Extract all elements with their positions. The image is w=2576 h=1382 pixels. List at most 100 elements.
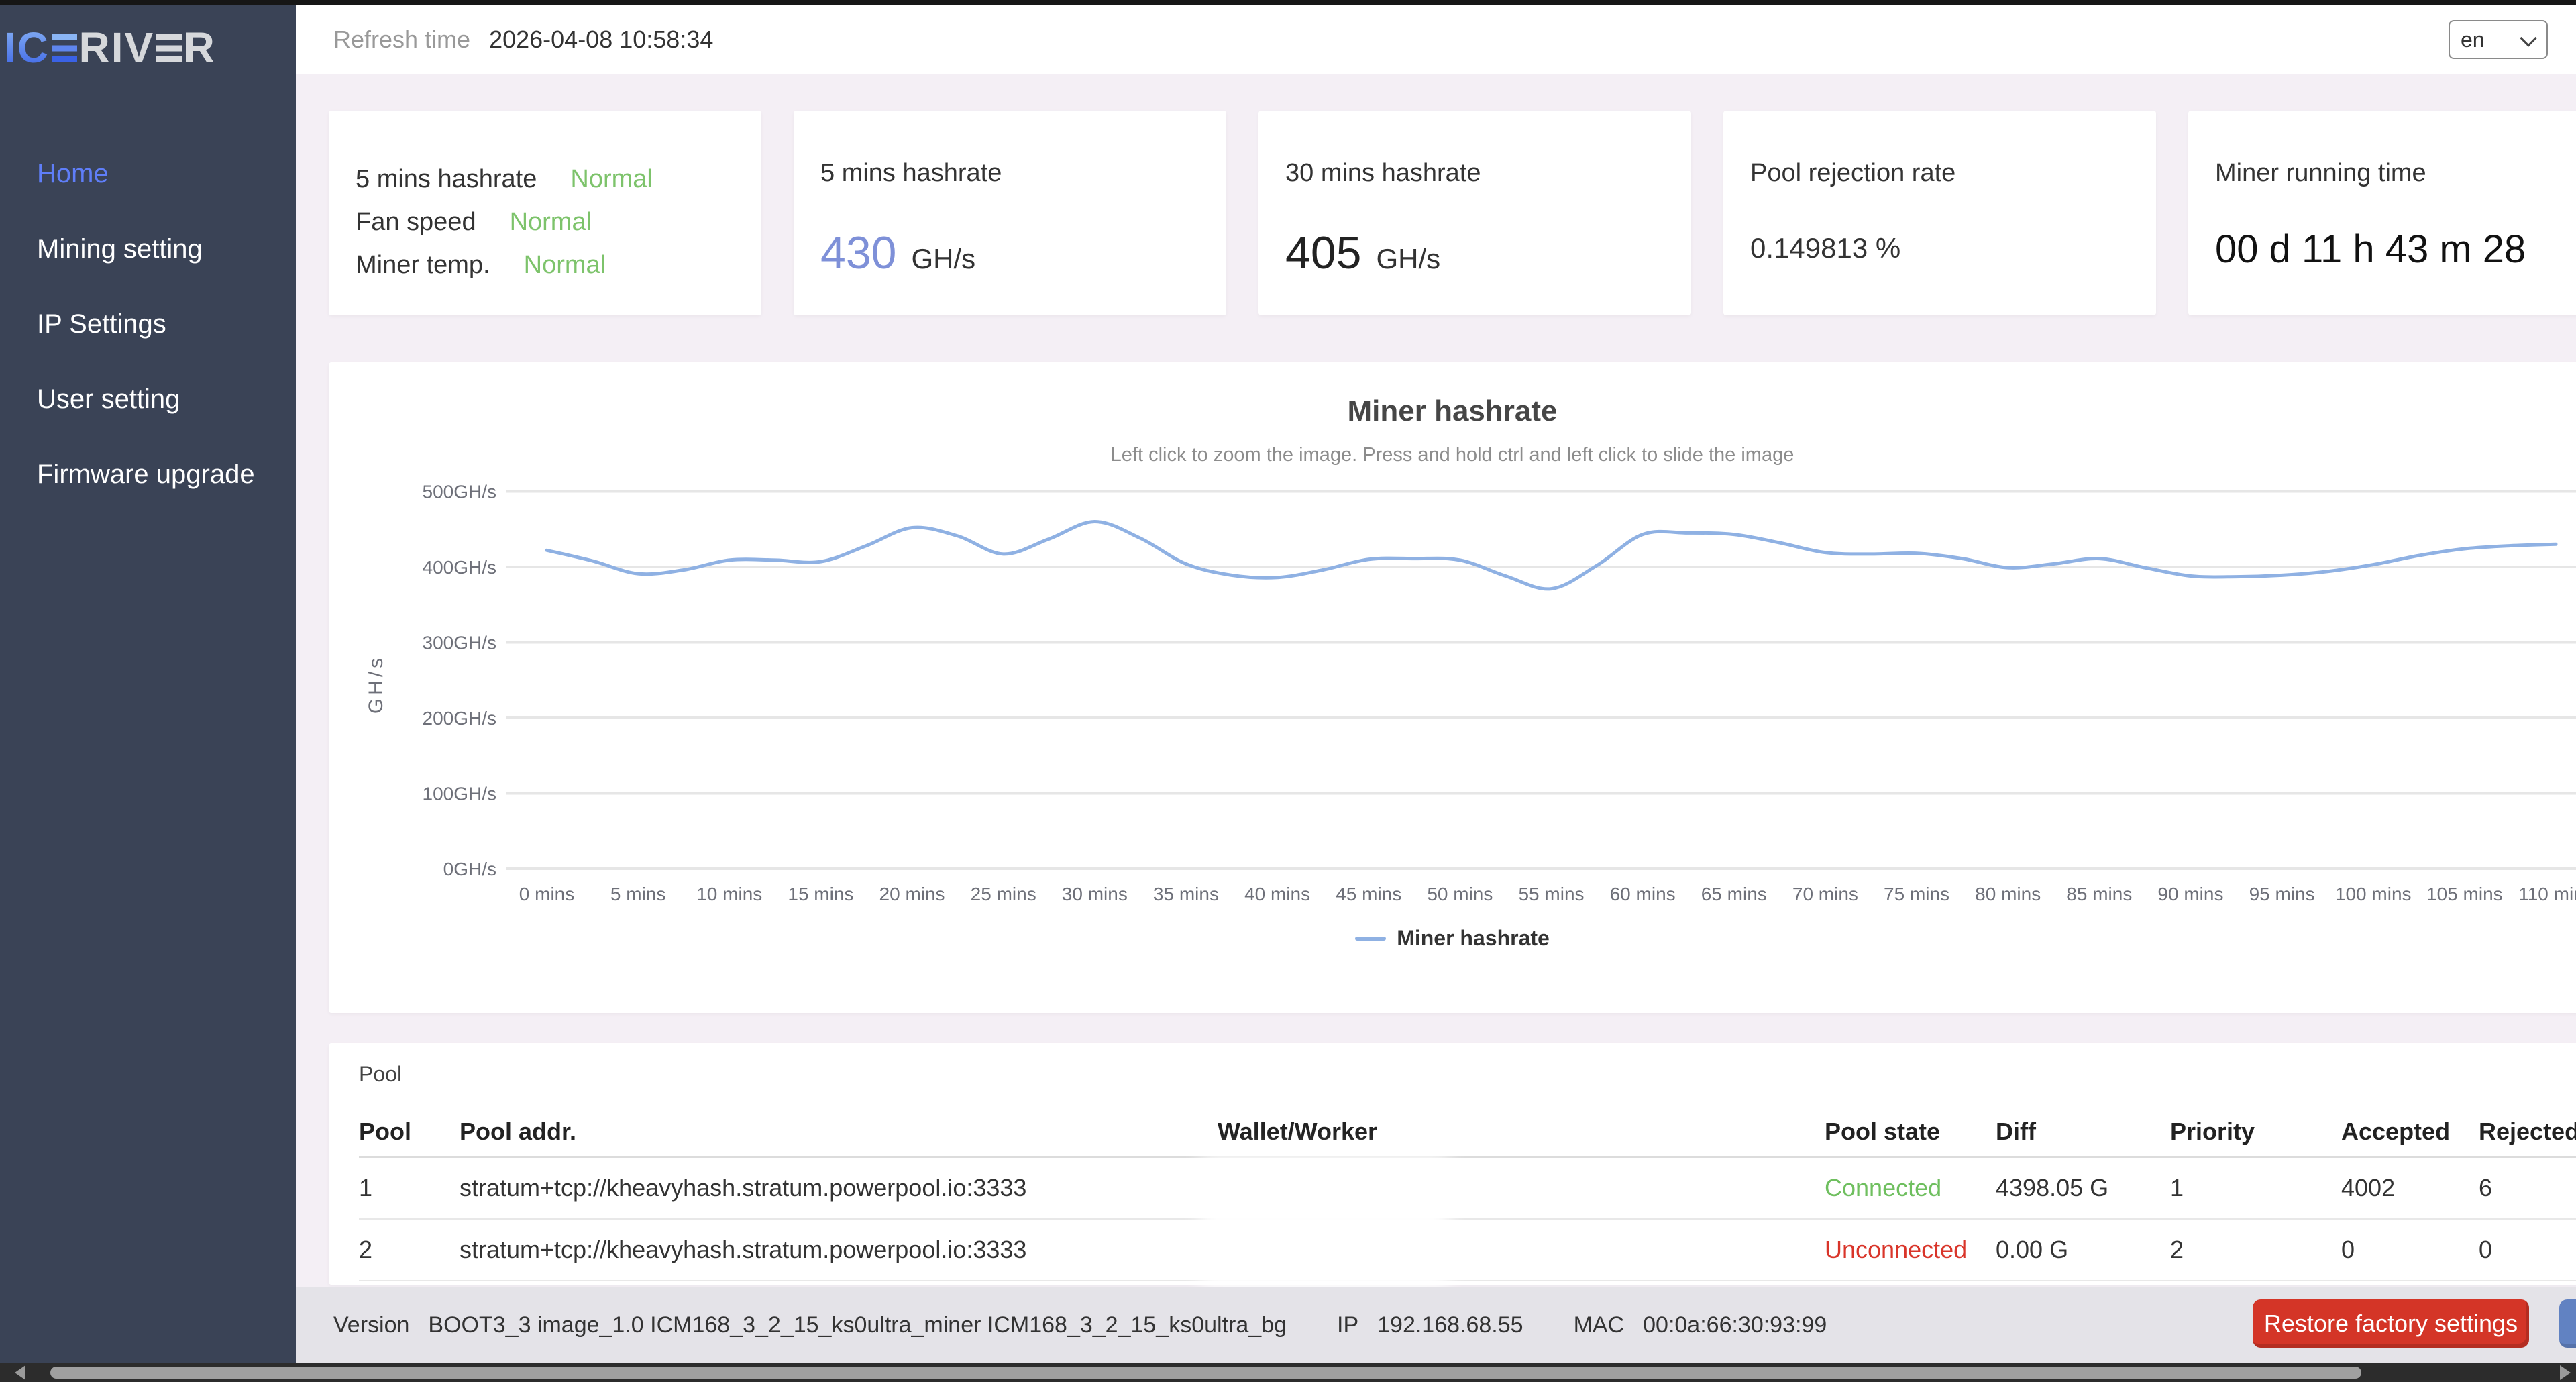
cell-diff: 0.00 G (1996, 1236, 2069, 1263)
horizontal-scrollbar[interactable] (0, 1363, 2576, 1382)
svg-text:95 mins: 95 mins (2249, 884, 2315, 904)
svg-text:85 mins: 85 mins (2066, 884, 2132, 904)
pool-table-header: Pool Pool addr. Wallet/Worker Pool state Dif… (359, 1107, 2576, 1158)
stat-cards-row: 5 mins hashrate Normal Fan speed Normal Mi… (329, 111, 2576, 315)
pool-table: Pool Pool addr. Wallet/Worker Pool state Dif… (329, 1107, 2576, 1281)
hashrate-chart-plot[interactable]: 0GH/s 100GH/s 200GH/s 300GH/s 400GH/s 500GH/s… (329, 362, 2576, 1013)
pool-table-row-2: 2 stratum+tcp://kheavyhash.stratum.powerp… (359, 1220, 2576, 1281)
refresh-time-value: 2026-04-08 10:58:34 (489, 25, 714, 53)
status-row-hashrate: 5 mins hashrate Normal (356, 158, 735, 201)
cell-accepted: 0 (2341, 1236, 2355, 1263)
status-row-temp: Miner temp. Normal (356, 244, 735, 286)
svg-text:20 mins: 20 mins (879, 884, 945, 904)
sidebar-menu: Home Mining setting IP Settings User settin… (0, 136, 296, 512)
logo-e-bars (51, 34, 77, 62)
sidebar: IC RIV R Home Mining setting IP Settings User… (0, 5, 296, 1363)
scroll-left-arrow-icon[interactable] (15, 1365, 25, 1380)
mac-label: MAC (1573, 1312, 1625, 1338)
column-header-diff: Diff (1996, 1117, 2036, 1145)
cell-diff: 4398.05 G (1996, 1174, 2109, 1202)
running-time-value: 00 d 11 h 43 m 28 (2215, 227, 2526, 271)
card-label: 30 mins hashrate (1285, 159, 1481, 187)
svg-text:80 mins: 80 mins (1975, 884, 2041, 904)
svg-text:10 mins: 10 mins (696, 884, 762, 904)
svg-text:90 mins: 90 mins (2157, 884, 2223, 904)
hashrate-unit: GH/s (911, 243, 976, 274)
status-value: Normal (523, 251, 606, 279)
status-row-fan: Fan speed Normal (356, 201, 735, 244)
version-value: BOOT3_3 image_1.0 ICM168_3_2_15_ks0ultra… (428, 1312, 1287, 1338)
language-select-value: en (2461, 27, 2485, 52)
status-card: 5 mins hashrate Normal Fan speed Normal Mi… (329, 111, 761, 315)
reboot-button[interactable]: R (2559, 1299, 2576, 1348)
pool-rejection-value: 0.149813 % (1750, 232, 1901, 264)
svg-text:35 mins: 35 mins (1153, 884, 1219, 904)
svg-text:0 mins: 0 mins (519, 884, 574, 904)
legend-label: Miner hashrate (1397, 926, 1550, 950)
column-header-wallet-worker: Wallet/Worker (1218, 1117, 1378, 1145)
hashrate-5m-card: 5 mins hashrate 430 GH/s (794, 111, 1226, 315)
svg-text:200GH/s: 200GH/s (423, 708, 497, 729)
card-label: 5 mins hashrate (820, 159, 1002, 187)
column-header-accepted: Accepted (2341, 1117, 2451, 1145)
scrollbar-thumb[interactable] (50, 1367, 2361, 1379)
miner-hashrate-chart-panel: Miner hashrate Left click to zoom the im… (329, 362, 2576, 1013)
svg-text:50 mins: 50 mins (1427, 884, 1493, 904)
refresh-time: Refresh time 2026-04-08 10:58:34 (333, 5, 713, 74)
cell-pool: 1 (359, 1174, 373, 1202)
svg-text:5 mins: 5 mins (610, 884, 665, 904)
status-label: Miner temp. (356, 251, 490, 279)
cell-accepted: 4002 (2341, 1174, 2396, 1202)
column-header-pool-addr-: Pool addr. (460, 1117, 577, 1145)
svg-text:40 mins: 40 mins (1244, 884, 1310, 904)
sidebar-item-home[interactable]: Home (0, 136, 296, 211)
svg-text:GH/s: GH/s (365, 655, 387, 714)
scroll-right-arrow-icon[interactable] (2560, 1365, 2571, 1380)
chart-legend[interactable]: Miner hashrate (329, 926, 2576, 951)
pool-rejection-card: Pool rejection rate 0.149813 % (1723, 111, 2156, 315)
card-label: Pool rejection rate (1750, 159, 1956, 187)
status-value: Normal (509, 208, 592, 236)
cell-addr: stratum+tcp://kheavyhash.stratum.powerpo… (460, 1174, 1027, 1202)
svg-text:60 mins: 60 mins (1610, 884, 1676, 904)
language-select[interactable]: en (2449, 20, 2548, 59)
svg-text:100 mins: 100 mins (2335, 884, 2412, 904)
cell-addr: stratum+tcp://kheavyhash.stratum.powerpo… (460, 1236, 1027, 1263)
svg-text:45 mins: 45 mins (1336, 884, 1401, 904)
header-bar: Refresh time 2026-04-08 10:58:34 en (296, 5, 2576, 74)
svg-text:300GH/s: 300GH/s (423, 633, 497, 653)
pool-table-row-1: 1 stratum+tcp://kheavyhash.stratum.powerp… (359, 1158, 2576, 1220)
footer-bar: Version BOOT3_3 image_1.0 ICM168_3_2_15_… (296, 1287, 2576, 1363)
status-label: 5 mins hashrate (356, 165, 537, 193)
cell-rejected: 6 (2479, 1174, 2493, 1202)
svg-text:25 mins: 25 mins (971, 884, 1036, 904)
hashrate-30m-value: 405 (1285, 227, 1362, 278)
sidebar-item-firmware-upgrade[interactable]: Firmware upgrade (0, 437, 296, 512)
hashrate-5m-value: 430 (820, 227, 897, 278)
chevron-down-icon (2520, 30, 2537, 47)
window-top-strip (0, 0, 2576, 5)
svg-text:15 mins: 15 mins (788, 884, 853, 904)
ip-label: IP (1337, 1312, 1359, 1338)
restore-factory-settings-button[interactable]: Restore factory settings (2253, 1299, 2529, 1348)
iceriver-logo: IC RIV R (4, 23, 216, 72)
svg-text:30 mins: 30 mins (1062, 884, 1128, 904)
column-header-rejected: Rejected (2479, 1117, 2576, 1145)
logo-e-bars (156, 34, 182, 62)
sidebar-item-user-setting[interactable]: User setting (0, 362, 296, 437)
pool-section-label: Pool (359, 1062, 402, 1086)
version-label: Version (333, 1312, 410, 1338)
svg-text:65 mins: 65 mins (1701, 884, 1767, 904)
pool-panel: Pool Pool Pool addr. Wallet/Worker Pool sta… (329, 1043, 2576, 1287)
main-content: 5 mins hashrate Normal Fan speed Normal Mi… (296, 74, 2576, 1287)
sidebar-item-mining-setting[interactable]: Mining setting (0, 211, 296, 286)
column-header-pool: Pool (359, 1117, 411, 1145)
cell-state: Connected (1825, 1174, 1942, 1202)
svg-text:70 mins: 70 mins (1792, 884, 1858, 904)
mac-value: 00:0a:66:30:93:99 (1643, 1312, 1827, 1338)
status-label: Fan speed (356, 208, 476, 236)
sidebar-item-ip-settings[interactable]: IP Settings (0, 286, 296, 362)
status-value: Normal (570, 165, 653, 193)
cell-rejected: 0 (2479, 1236, 2493, 1263)
svg-text:500GH/s: 500GH/s (423, 482, 497, 502)
